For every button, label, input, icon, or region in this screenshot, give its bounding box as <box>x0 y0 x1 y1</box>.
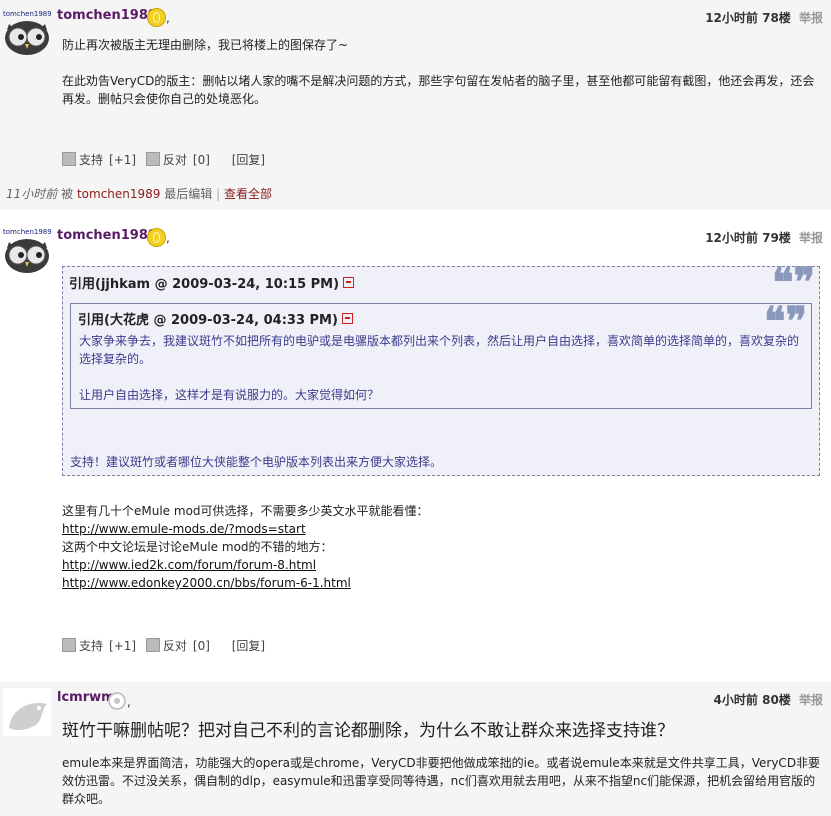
post-79: tomchen1989 tomchen1989 , 12小时前 79楼 举报 引… <box>0 218 831 680</box>
edit-separator: | <box>216 187 221 201</box>
post-username[interactable]: tomchen1989 <box>57 8 157 23</box>
collapse-icon[interactable] <box>341 313 353 324</box>
edit-info: 11小时前 被 tomchen1989 最后编辑 | 查看全部 <box>6 185 272 202</box>
post-time: 4小时前 <box>713 693 758 707</box>
post-line: 这两个中文论坛是讨论eMule mod的不错的地方： <box>62 540 333 554</box>
oppose-count: [0] <box>192 153 210 167</box>
edit-time: 11小时前 <box>6 187 58 201</box>
quote-inner-title-text: 引用(大花虎 @ 2009-03-24, 04:33 PM) <box>78 313 338 328</box>
gold-medal-icon <box>147 8 166 27</box>
post-time: 12小时前 <box>705 11 758 25</box>
report-link[interactable]: 举报 <box>799 693 823 707</box>
oppose-button[interactable]: 反对 <box>163 153 187 167</box>
quote-outer-text: 支持！建议斑竹或者哪位大侠能整个电驴版本列表出来方便大家选择。 <box>70 455 443 469</box>
emule-mods-link[interactable]: http://www.emule-mods.de/?mods=start <box>62 522 306 536</box>
owl-avatar-icon: tomchen1989 <box>3 10 52 55</box>
separator-comma: , <box>166 11 170 25</box>
avatar-owl[interactable]: tomchen1989 <box>3 8 52 55</box>
avatar-default[interactable] <box>3 688 51 736</box>
post-78: tomchen1989 tomchen1989 , 12小时前 78楼 举报 防… <box>0 0 831 210</box>
post-floor: 80楼 <box>762 693 791 707</box>
report-link[interactable]: 举报 <box>799 231 823 245</box>
svg-text:tomchen1989: tomchen1989 <box>3 228 51 236</box>
quote-outer-title: 引用(jjhkam @ 2009-03-24, 10:15 PM) <box>69 273 355 292</box>
quote-outer: 引用(jjhkam @ 2009-03-24, 10:15 PM) ❝❞ 引用(… <box>62 259 820 476</box>
thumbs-down-icon <box>145 638 160 652</box>
post-body: emule本来是界面简洁，功能强大的opera或是chrome，VeryCD非要… <box>62 756 821 806</box>
view-all-link[interactable]: 查看全部 <box>224 187 272 201</box>
reply-button[interactable]: [回复] <box>232 639 265 653</box>
default-avatar-icon <box>3 688 51 736</box>
quote-mark-icon: ❝❞ <box>771 259 815 306</box>
post-floor: 79楼 <box>762 231 791 245</box>
support-button[interactable]: 支持 <box>79 639 103 653</box>
post-title: 斑竹干嘛删帖呢？把对自己不利的言论都删除，为什么不敢让群众来选择支持谁？ <box>62 721 674 741</box>
owl-avatar-icon: tomchen1989 <box>3 228 52 273</box>
post-meta: 12小时前 79楼 举报 <box>705 229 823 246</box>
report-link[interactable]: 举报 <box>799 11 823 25</box>
quote-inner-text: 大家争来争去，我建议斑竹不如把所有的电驴或是电骡版本都列出来个列表，然后让用户自… <box>79 332 801 404</box>
support-count: [+1] <box>109 639 137 653</box>
reply-button[interactable]: [回复] <box>232 153 265 167</box>
separator-comma: , <box>166 231 170 245</box>
support-count: [+1] <box>109 153 137 167</box>
edit-suffix: 最后编辑 <box>164 187 213 201</box>
post-floor: 78楼 <box>762 11 791 25</box>
separator-comma: , <box>127 695 131 709</box>
post-line: 这里有几十个eMule mod可供选择，不需要多少英文水平就能看懂： <box>62 504 429 518</box>
collapse-icon[interactable] <box>343 277 355 288</box>
post-meta: 4小时前 80楼 举报 <box>714 691 823 708</box>
quote-inner: 引用(大花虎 @ 2009-03-24, 04:33 PM) ❝❞ 大家争来争去… <box>70 302 812 409</box>
quote-inner-line: 大家争来争去，我建议斑竹不如把所有的电驴或是电骡版本都列出来个列表，然后让用户自… <box>79 334 800 366</box>
avatar-owl[interactable]: tomchen1989 <box>3 226 52 273</box>
post-body: 防止再次被版主无理由删除，我已将楼上的图保存了~ 在此劝告VeryCD的版主：删… <box>62 36 817 108</box>
support-button[interactable]: 支持 <box>79 153 103 167</box>
svg-text:tomchen1989: tomchen1989 <box>3 10 51 18</box>
editor-name[interactable]: tomchen1989 <box>77 187 160 201</box>
edonkey2000-forum-link[interactable]: http://www.edonkey2000.cn/bbs/forum-6-1.… <box>62 576 351 590</box>
oppose-button[interactable]: 反对 <box>163 639 187 653</box>
post-username[interactable]: lcmrwm <box>57 690 115 705</box>
post-paragraph: 防止再次被版主无理由删除，我已将楼上的图保存了~ <box>62 38 349 52</box>
quote-inner-title: 引用(大花虎 @ 2009-03-24, 04:33 PM) <box>78 309 353 328</box>
post-80: lcmrwm , 4小时前 80楼 举报 斑竹干嘛删帖呢？把对自己不利的言论都删… <box>0 682 831 816</box>
thumbs-up-icon <box>62 638 76 652</box>
post-actions: 支持 [+1] 反对 [0] [回复] <box>62 637 271 654</box>
post-meta: 12小时前 78楼 举报 <box>705 9 823 26</box>
ied2k-forum-link[interactable]: http://www.ied2k.com/forum/forum-8.html <box>62 558 316 572</box>
edit-by: 被 <box>61 187 74 201</box>
medal-icon <box>108 692 126 710</box>
oppose-count: [0] <box>192 639 210 653</box>
gold-medal-icon <box>147 228 166 247</box>
thumbs-up-icon <box>62 152 76 166</box>
post-body: 这里有几十个eMule mod可供选择，不需要多少英文水平就能看懂： http:… <box>62 502 817 592</box>
quote-outer-title-text: 引用(jjhkam @ 2009-03-24, 10:15 PM) <box>69 277 340 292</box>
post-actions: 支持 [+1] 反对 [0] [回复] <box>62 151 271 168</box>
post-paragraph: 在此劝告VeryCD的版主：删帖以堵人家的嘴不是解决问题的方式，那些字句留在发帖… <box>62 74 815 106</box>
post-time: 12小时前 <box>705 231 758 245</box>
quote-inner-line: 让用户自由选择，这样才是有说服力的。大家觉得如何？ <box>79 388 380 402</box>
post-username[interactable]: tomchen1989 <box>57 228 157 243</box>
thumbs-down-icon <box>145 152 160 166</box>
